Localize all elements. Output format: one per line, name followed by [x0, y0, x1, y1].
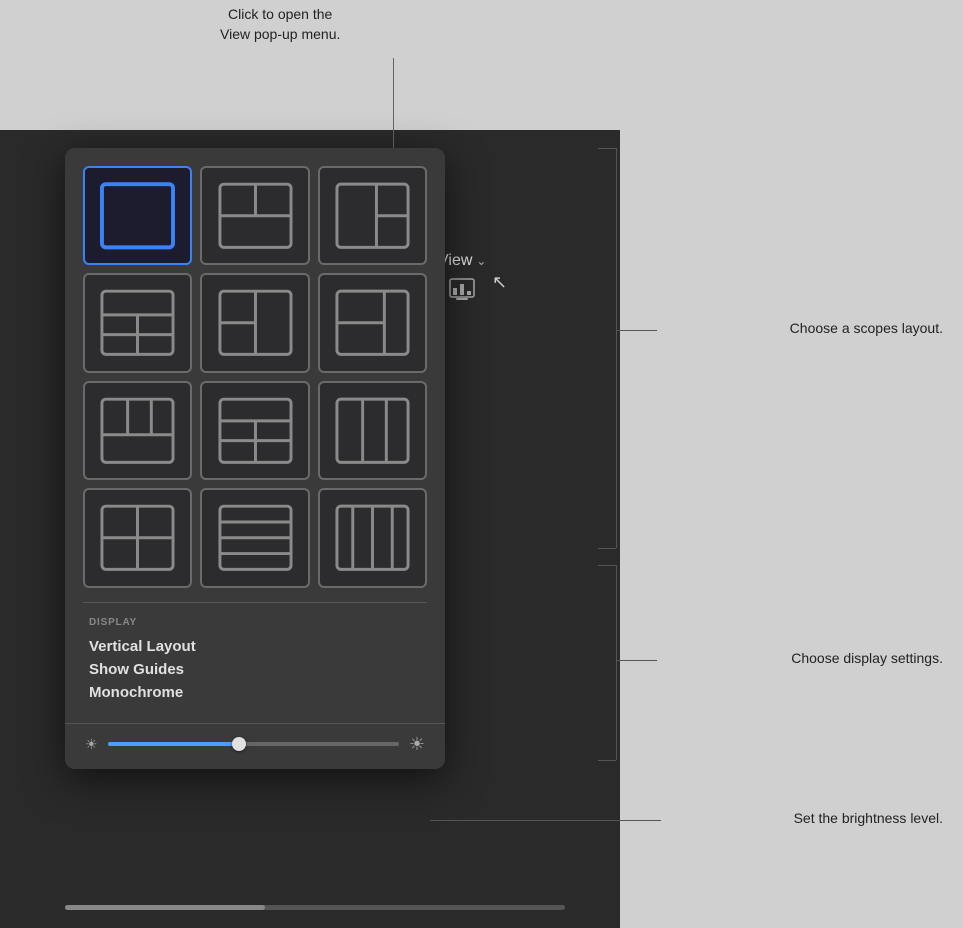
layout-item-three-cols[interactable] [318, 381, 427, 480]
brightness-slider[interactable] [108, 742, 399, 746]
bracket-scopes-bottom [598, 548, 616, 549]
layout-item-big-left[interactable] [200, 273, 309, 372]
layout-grid-section [65, 148, 445, 602]
layout-item-2top-2bottomleft[interactable] [83, 273, 192, 372]
brightness-annotation-line [430, 820, 660, 821]
vertical-layout-item[interactable]: Vertical Layout [89, 638, 421, 655]
brightness-dot [660, 820, 661, 821]
annotation-scopes: Choose a scopes layout. [790, 318, 943, 339]
layout-item-four-equal[interactable] [83, 488, 192, 587]
scrollbar-track[interactable] [65, 905, 565, 910]
show-guides-item[interactable]: Show Guides [89, 661, 421, 678]
bracket-scopes-horiz [617, 330, 657, 331]
display-label: DISPLAY [89, 617, 421, 628]
callout-line2: View pop-up menu. [220, 25, 340, 45]
bracket-display-vert [616, 565, 617, 760]
callout-line1: Click to open the [220, 5, 340, 25]
layout-item-single[interactable] [83, 166, 192, 265]
brightness-thumb[interactable] [232, 737, 246, 751]
bracket-display-horiz [617, 660, 657, 661]
annotation-display: Choose display settings. [791, 648, 943, 669]
annotation-brightness: Set the brightness level. [794, 808, 943, 829]
layout-item-multi-col[interactable] [318, 488, 427, 587]
layout-item-3top[interactable] [83, 381, 192, 480]
layout-item-three-rows[interactable] [200, 381, 309, 480]
layout-item-right-split[interactable] [318, 166, 427, 265]
callout-top-text: Click to open the View pop-up menu. [220, 5, 340, 44]
scrollbar-thumb[interactable] [65, 905, 265, 910]
layout-item-top-split[interactable] [200, 166, 309, 265]
layout-item-wide-left[interactable] [318, 273, 427, 372]
brightness-section: ☀ ☀ [65, 723, 445, 769]
popup-menu: DISPLAY Vertical Layout Show Guides Mono… [65, 148, 445, 769]
scope-icon-button[interactable] [449, 278, 475, 307]
brightness-low-icon: ☀ [85, 736, 98, 753]
layout-grid [83, 166, 427, 588]
bracket-scopes-top [598, 148, 616, 149]
brightness-fill [108, 742, 239, 746]
monochrome-item[interactable]: Monochrome [89, 684, 421, 701]
brightness-high-icon: ☀ [409, 734, 425, 755]
view-chevron-icon: ⌄ [476, 254, 486, 268]
bracket-display-bottom [598, 760, 616, 761]
display-section: DISPLAY Vertical Layout Show Guides Mono… [65, 603, 445, 723]
bracket-display-top [598, 565, 616, 566]
layout-item-multi-row[interactable] [200, 488, 309, 587]
bracket-scopes-vert [616, 148, 617, 548]
